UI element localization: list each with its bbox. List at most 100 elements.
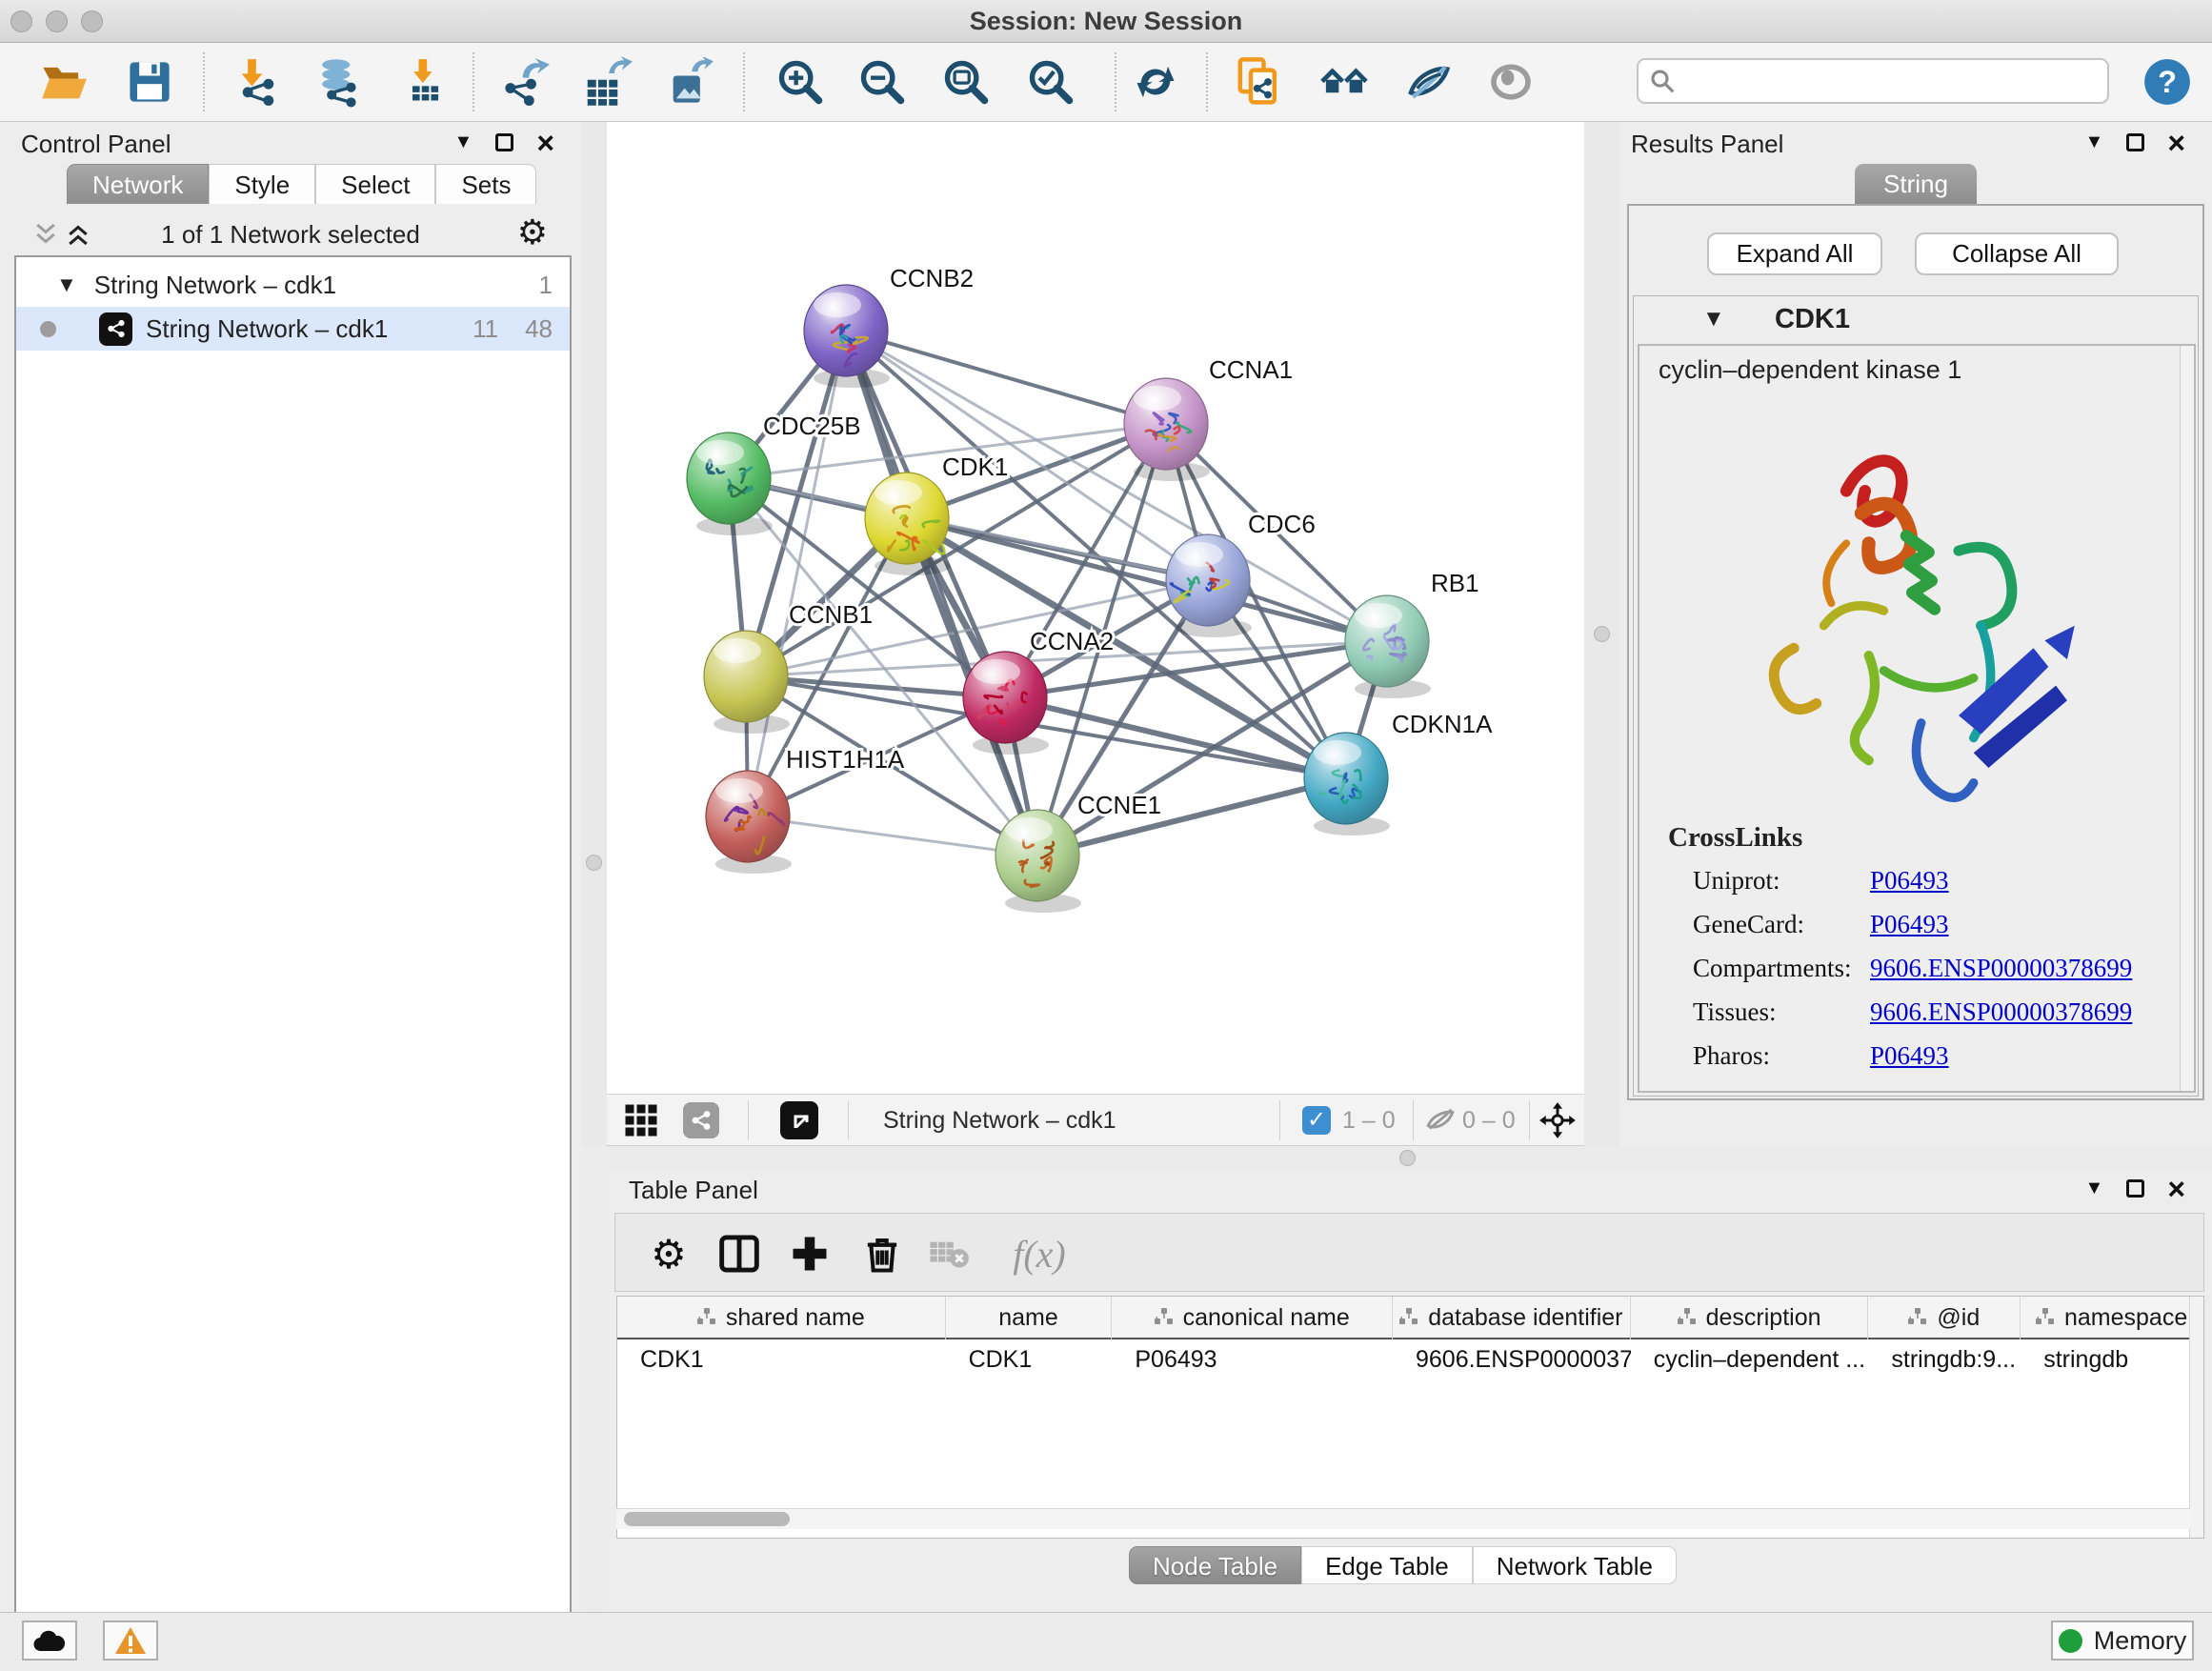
network-row[interactable]: String Network – cdk1 11 48: [16, 307, 570, 351]
edge-CCNB2-CCNA1[interactable]: [846, 331, 1166, 424]
cloud-button[interactable]: [22, 1621, 77, 1661]
tab-style[interactable]: Style: [209, 164, 315, 204]
crosslink-value[interactable]: P06493: [1870, 1041, 1949, 1071]
crosslink-row: Compartments:9606.ENSP00000378699: [1639, 950, 2194, 994]
tab-sets[interactable]: Sets: [435, 164, 536, 204]
panel-float-icon[interactable]: [495, 133, 513, 151]
column-header--id[interactable]: @id: [1868, 1297, 2021, 1339]
crosslink-value[interactable]: 9606.ENSP00000378699: [1870, 997, 2132, 1027]
crosslink-value[interactable]: P06493: [1870, 910, 1949, 939]
column-header-database-identifier[interactable]: database identifier: [1393, 1297, 1631, 1339]
node-table: shared namenamecanonical namedatabase id…: [616, 1296, 2204, 1539]
grid-view-icon[interactable]: [624, 1101, 658, 1139]
network-edge-count: 48: [525, 314, 553, 344]
search-input[interactable]: [1677, 68, 2107, 95]
edge-CCNA2-CDKN1A[interactable]: [1005, 697, 1346, 778]
table-cell[interactable]: P06493: [1112, 1339, 1393, 1381]
horizontal-splitter[interactable]: [607, 1146, 2212, 1170]
fit-content-icon[interactable]: [1538, 1101, 1577, 1139]
panel-close-icon[interactable]: ×: [2167, 1179, 2185, 1198]
tab-node-table[interactable]: Node Table: [1129, 1546, 1301, 1584]
zoom-selected-icon[interactable]: [1025, 56, 1076, 108]
table-cell[interactable]: stringdb:9...: [1868, 1339, 2021, 1381]
collapse-all-button[interactable]: Collapse All: [1915, 232, 2119, 275]
crosslink-label: Uniprot:: [1693, 866, 1780, 896]
first-neighbors-icon[interactable]: [1318, 56, 1370, 108]
table-cell[interactable]: cyclin–dependent ...: [1631, 1339, 1869, 1381]
selected-checkbox-icon[interactable]: ✓: [1302, 1101, 1331, 1139]
import-table-file-icon[interactable]: [399, 56, 451, 108]
import-network-file-icon[interactable]: [232, 56, 284, 108]
table-horizontal-scrollbar[interactable]: [616, 1508, 2190, 1529]
add-column-icon[interactable]: [783, 1227, 836, 1280]
zoom-fit-icon[interactable]: [940, 56, 992, 108]
main-toolbar: ?: [0, 43, 2212, 122]
export-image-icon[interactable]: [664, 56, 715, 108]
gene-details: cyclin–dependent kinase 1: [1638, 344, 2196, 1093]
column-header-name[interactable]: name: [946, 1297, 1113, 1339]
import-network-database-icon[interactable]: [312, 56, 364, 108]
panel-float-icon[interactable]: [2126, 1179, 2144, 1198]
crosslink-value[interactable]: P06493: [1870, 866, 1949, 896]
tab-network[interactable]: Network: [67, 164, 209, 204]
export-network-icon[interactable]: [499, 56, 551, 108]
table-settings-gear-icon[interactable]: ⚙: [642, 1227, 695, 1280]
show-all-icon[interactable]: [1485, 56, 1537, 108]
network-badge-icon[interactable]: [683, 1101, 719, 1139]
save-session-icon[interactable]: [124, 56, 175, 108]
tab-select[interactable]: Select: [315, 164, 435, 204]
gear-icon[interactable]: ⚙: [517, 212, 548, 252]
delete-table-icon[interactable]: [922, 1227, 975, 1280]
section-expander-icon[interactable]: ▼: [1702, 306, 1725, 332]
node-gloss: [696, 440, 744, 465]
help-icon[interactable]: ?: [2142, 56, 2193, 108]
column-header-description[interactable]: description: [1631, 1297, 1869, 1339]
table-cell[interactable]: stringdb: [2021, 1339, 2203, 1381]
table-vertical-scrollbar[interactable]: [2189, 1297, 2203, 1539]
tab-network-table[interactable]: Network Table: [1473, 1546, 1677, 1584]
scrollbar-thumb[interactable]: [624, 1512, 790, 1526]
network-canvas[interactable]: CCNB2CCNA1CDC25BCDK1CDC6RB1CCNB1CCNA2CDK…: [607, 122, 1584, 1094]
panel-float-icon[interactable]: [2126, 133, 2144, 151]
birds-eye-view-icon[interactable]: [780, 1101, 818, 1139]
new-network-from-selection-icon[interactable]: [1234, 56, 1285, 108]
title-bar: Session: New Session: [0, 0, 2212, 43]
left-splitter[interactable]: [581, 122, 607, 1146]
tab-string[interactable]: String: [1855, 164, 1977, 204]
panel-menu-icon[interactable]: ▼: [454, 131, 473, 153]
panel-menu-icon[interactable]: ▼: [2085, 131, 2104, 153]
tab-edge-table[interactable]: Edge Table: [1301, 1546, 1473, 1584]
panel-close-icon[interactable]: ×: [536, 133, 554, 152]
table-cell[interactable]: CDK1: [946, 1339, 1113, 1381]
table-row[interactable]: CDK1CDK1P064939606.ENSP00000378699cyclin…: [617, 1339, 2203, 1381]
network-collection-row[interactable]: ▼ String Network – cdk1 1: [16, 263, 570, 307]
delete-column-icon[interactable]: [855, 1227, 909, 1280]
network-tree: ▼ String Network – cdk1 1 String Network…: [14, 255, 572, 1671]
memory-button[interactable]: Memory: [2051, 1621, 2194, 1661]
column-header-namespace[interactable]: namespace: [2021, 1297, 2203, 1339]
gene-section-header[interactable]: ▼ CDK1: [1634, 296, 2198, 344]
panel-menu-icon[interactable]: ▼: [2085, 1178, 2104, 1199]
apply-layout-icon[interactable]: [1130, 56, 1181, 108]
edge-CCNB2-HIST1H1A[interactable]: [748, 331, 846, 816]
export-table-icon[interactable]: [581, 56, 633, 108]
results-scrollbar[interactable]: [2180, 346, 2194, 1091]
column-header-shared-name[interactable]: shared name: [617, 1297, 946, 1339]
warnings-button[interactable]: [103, 1621, 158, 1661]
function-builder-icon[interactable]: f(x): [996, 1227, 1082, 1280]
zoom-out-icon[interactable]: [856, 56, 908, 108]
panel-close-icon[interactable]: ×: [2167, 133, 2185, 152]
node-gloss: [714, 638, 761, 663]
right-splitter[interactable]: [1584, 122, 1619, 1146]
table-cell[interactable]: 9606.ENSP00000378699: [1393, 1339, 1631, 1381]
zoom-in-icon[interactable]: [774, 56, 826, 108]
crosslink-value[interactable]: 9606.ENSP00000378699: [1870, 954, 2132, 983]
table-cell[interactable]: CDK1: [617, 1339, 946, 1381]
hide-selected-icon[interactable]: [1402, 56, 1454, 108]
collection-expander-icon[interactable]: ▼: [56, 272, 77, 297]
show-columns-icon[interactable]: [713, 1227, 766, 1280]
edge-CCNE1-HIST1H1A[interactable]: [748, 816, 1037, 856]
column-header-canonical-name[interactable]: canonical name: [1112, 1297, 1393, 1339]
expand-all-button[interactable]: Expand All: [1707, 232, 1882, 275]
open-session-icon[interactable]: [38, 56, 90, 108]
